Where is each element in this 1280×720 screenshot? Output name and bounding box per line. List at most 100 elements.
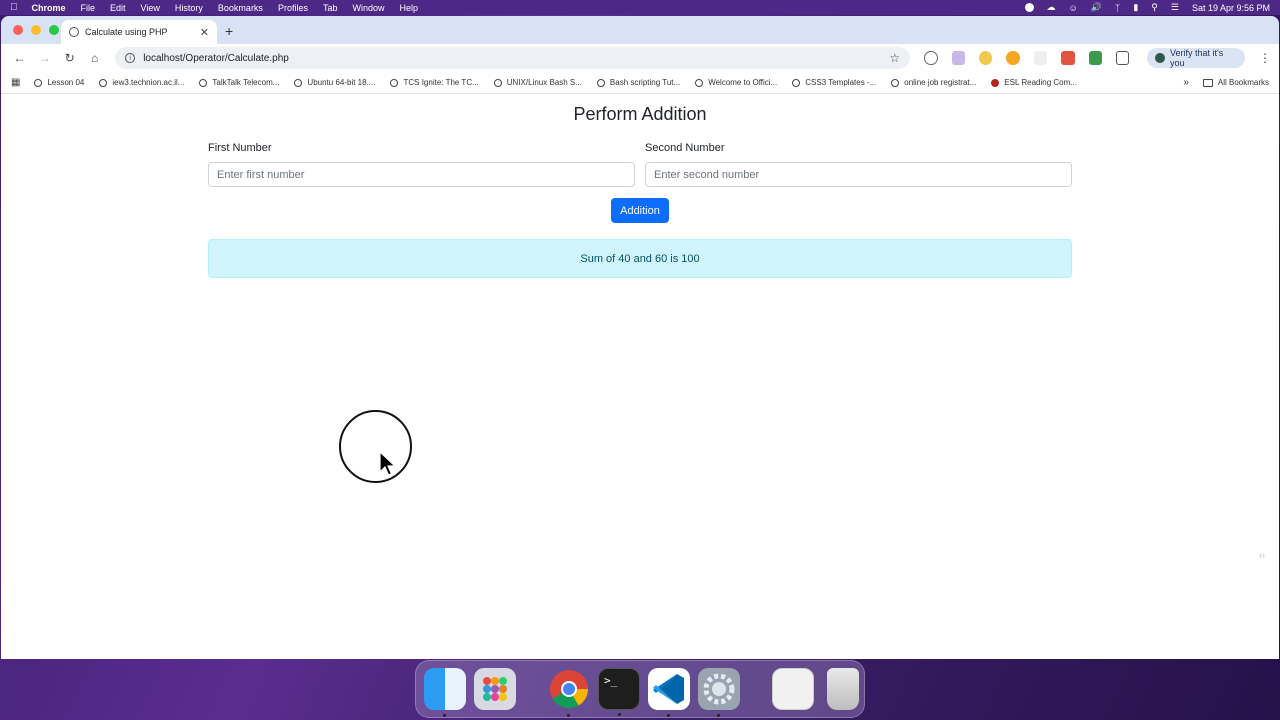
extension-icon-2[interactable]	[951, 51, 965, 65]
mouse-pointer-icon	[379, 451, 397, 476]
bookmark-favicon-icon	[991, 78, 1000, 87]
address-bar[interactable]: i localhost/Operator/Calculate.php ☆	[115, 47, 911, 69]
bookmarks-bar: ▦ Lesson 04 iew3.technion.ac.il... TalkT…	[1, 72, 1279, 94]
url-text[interactable]: localhost/Operator/Calculate.php	[143, 53, 889, 64]
first-number-label: First Number	[208, 142, 272, 154]
first-number-input[interactable]	[208, 162, 635, 187]
bookmark-item[interactable]: TCS Ignite: The TC...	[390, 78, 479, 87]
bookmark-item[interactable]: CSS3 Templates -...	[792, 78, 876, 87]
bookmark-item[interactable]: Lesson 04	[34, 78, 84, 87]
bookmark-item[interactable]: online job registrat...	[891, 78, 976, 87]
window-controls	[13, 25, 59, 35]
folder-icon	[1202, 78, 1213, 87]
bookmark-label: Ubuntu 64-bit 18....	[307, 78, 376, 87]
bookmark-favicon-icon	[199, 78, 208, 87]
extension-icon-3[interactable]	[978, 51, 993, 65]
second-number-label: Second Number	[645, 142, 725, 154]
volume-icon[interactable]: 🔊	[1091, 2, 1102, 13]
bookmark-label: TCS Ignite: The TC...	[403, 78, 479, 87]
all-bookmarks-label: All Bookmarks	[1217, 78, 1269, 87]
addition-button[interactable]: Addition	[611, 198, 669, 223]
extension-icon-5[interactable]	[1033, 51, 1048, 65]
menu-history[interactable]: History	[175, 3, 203, 13]
bookmark-item[interactable]: Welcome to Offici...	[695, 78, 777, 87]
bookmark-favicon-icon	[34, 78, 43, 87]
menu-tab[interactable]: Tab	[323, 3, 338, 13]
bookmark-item[interactable]: Bash scripting Tut...	[596, 78, 680, 87]
result-alert: Sum of 40 and 60 is 100	[208, 239, 1072, 278]
forward-arrow-icon[interactable]: →	[34, 47, 55, 69]
bookmark-label: UNIX/Linux Bash S...	[506, 78, 582, 87]
menu-file[interactable]: File	[81, 3, 96, 13]
chrome-window: Calculate using PHP ✕ + ← → ↻ ⌂ i localh…	[1, 16, 1279, 659]
clock-datetime[interactable]: Sat 19 Apr 9:56 PM	[1192, 3, 1270, 13]
bookmark-item[interactable]: Ubuntu 64-bit 18....	[294, 78, 375, 87]
accessibility-icon[interactable]: ☺	[1069, 3, 1078, 13]
verify-profile-button[interactable]: Verify that it's you	[1147, 48, 1245, 68]
battery-icon[interactable]: ▮	[1133, 2, 1138, 13]
control-center-icon[interactable]: ☰	[1171, 2, 1179, 13]
search-icon[interactable]: ⚲	[1151, 2, 1158, 13]
system-settings-icon[interactable]	[698, 668, 740, 717]
bookmark-favicon-icon	[792, 78, 801, 87]
browser-toolbar: ← → ↻ ⌂ i localhost/Operator/Calculate.p…	[1, 44, 1279, 72]
home-icon[interactable]: ⌂	[84, 47, 105, 69]
bookmark-item[interactable]: ESL Reading Com...	[991, 78, 1077, 87]
bookmark-favicon-icon	[596, 78, 605, 87]
chrome-menu-icon[interactable]: ⋮	[1259, 51, 1271, 65]
extension-icon-1[interactable]	[924, 51, 938, 65]
chrome-icon[interactable]	[548, 668, 590, 717]
preview-window-icon[interactable]	[772, 668, 814, 710]
close-window-button[interactable]	[13, 25, 23, 35]
verify-label: Verify that it's you	[1169, 48, 1224, 68]
menu-bookmarks[interactable]: Bookmarks	[218, 3, 263, 13]
vscode-icon[interactable]	[648, 668, 690, 717]
all-bookmarks-button[interactable]: All Bookmarks	[1202, 78, 1269, 87]
cloud-icon[interactable]: ☁	[1047, 2, 1056, 13]
terminal-icon[interactable]: >_	[598, 668, 640, 716]
second-number-input[interactable]	[645, 162, 1072, 187]
menu-chrome[interactable]: Chrome	[32, 3, 66, 13]
extension-icon-7[interactable]	[1088, 51, 1102, 65]
screen-record-icon[interactable]	[1024, 3, 1034, 12]
bookmark-label: TalkTalk Telecom...	[212, 78, 280, 87]
bluetooth-icon[interactable]: ᛉ	[1115, 3, 1120, 13]
tab-calculate[interactable]: Calculate using PHP ✕	[61, 20, 217, 44]
bookmark-label: iew3.technion.ac.il...	[112, 78, 185, 87]
extension-icon-4[interactable]	[1006, 51, 1020, 65]
bookmark-label: CSS3 Templates -...	[805, 78, 877, 87]
bookmark-favicon-icon	[390, 78, 399, 87]
trash-icon[interactable]	[827, 668, 859, 710]
bookmark-item[interactable]: iew3.technion.ac.il...	[99, 78, 184, 87]
bookmark-favicon-icon	[891, 78, 900, 87]
bookmark-item[interactable]: TalkTalk Telecom...	[199, 78, 279, 87]
reload-icon[interactable]: ↻	[59, 47, 80, 69]
menu-help[interactable]: Help	[399, 3, 418, 13]
back-arrow-icon[interactable]: ←	[9, 47, 30, 69]
bookmark-item[interactable]: UNIX/Linux Bash S...	[493, 78, 582, 87]
new-tab-icon[interactable]: +	[225, 23, 233, 39]
site-info-icon[interactable]: i	[125, 53, 136, 63]
menu-view[interactable]: View	[141, 3, 160, 13]
globe-icon	[69, 27, 79, 37]
extension-icon-6[interactable]	[1061, 51, 1075, 65]
bookmark-favicon-icon	[695, 78, 704, 87]
tab-title: Calculate using PHP	[85, 27, 168, 37]
close-tab-icon[interactable]: ✕	[200, 26, 209, 39]
bookmark-star-icon[interactable]: ☆	[889, 51, 900, 65]
menu-edit[interactable]: Edit	[110, 3, 126, 13]
apps-grid-icon[interactable]: ▦	[11, 77, 20, 88]
menu-window[interactable]: Window	[352, 3, 384, 13]
minimize-window-button[interactable]	[31, 25, 41, 35]
extensions-puzzle-icon[interactable]	[1115, 51, 1130, 65]
maximize-window-button[interactable]	[49, 25, 59, 35]
more-bookmarks-chevron-icon[interactable]: »	[1183, 77, 1189, 88]
macos-menu-bar:  Chrome File Edit View History Bookmark…	[0, 0, 1280, 15]
tab-strip: Calculate using PHP ✕ +	[1, 16, 1279, 44]
bookmark-favicon-icon	[493, 78, 502, 87]
side-panel-hint-icon[interactable]: ‹›	[1259, 550, 1273, 564]
launchpad-icon[interactable]	[474, 668, 516, 710]
menu-profiles[interactable]: Profiles	[278, 3, 308, 13]
finder-icon[interactable]	[424, 668, 466, 717]
apple-menu-icon[interactable]: 	[10, 2, 18, 13]
